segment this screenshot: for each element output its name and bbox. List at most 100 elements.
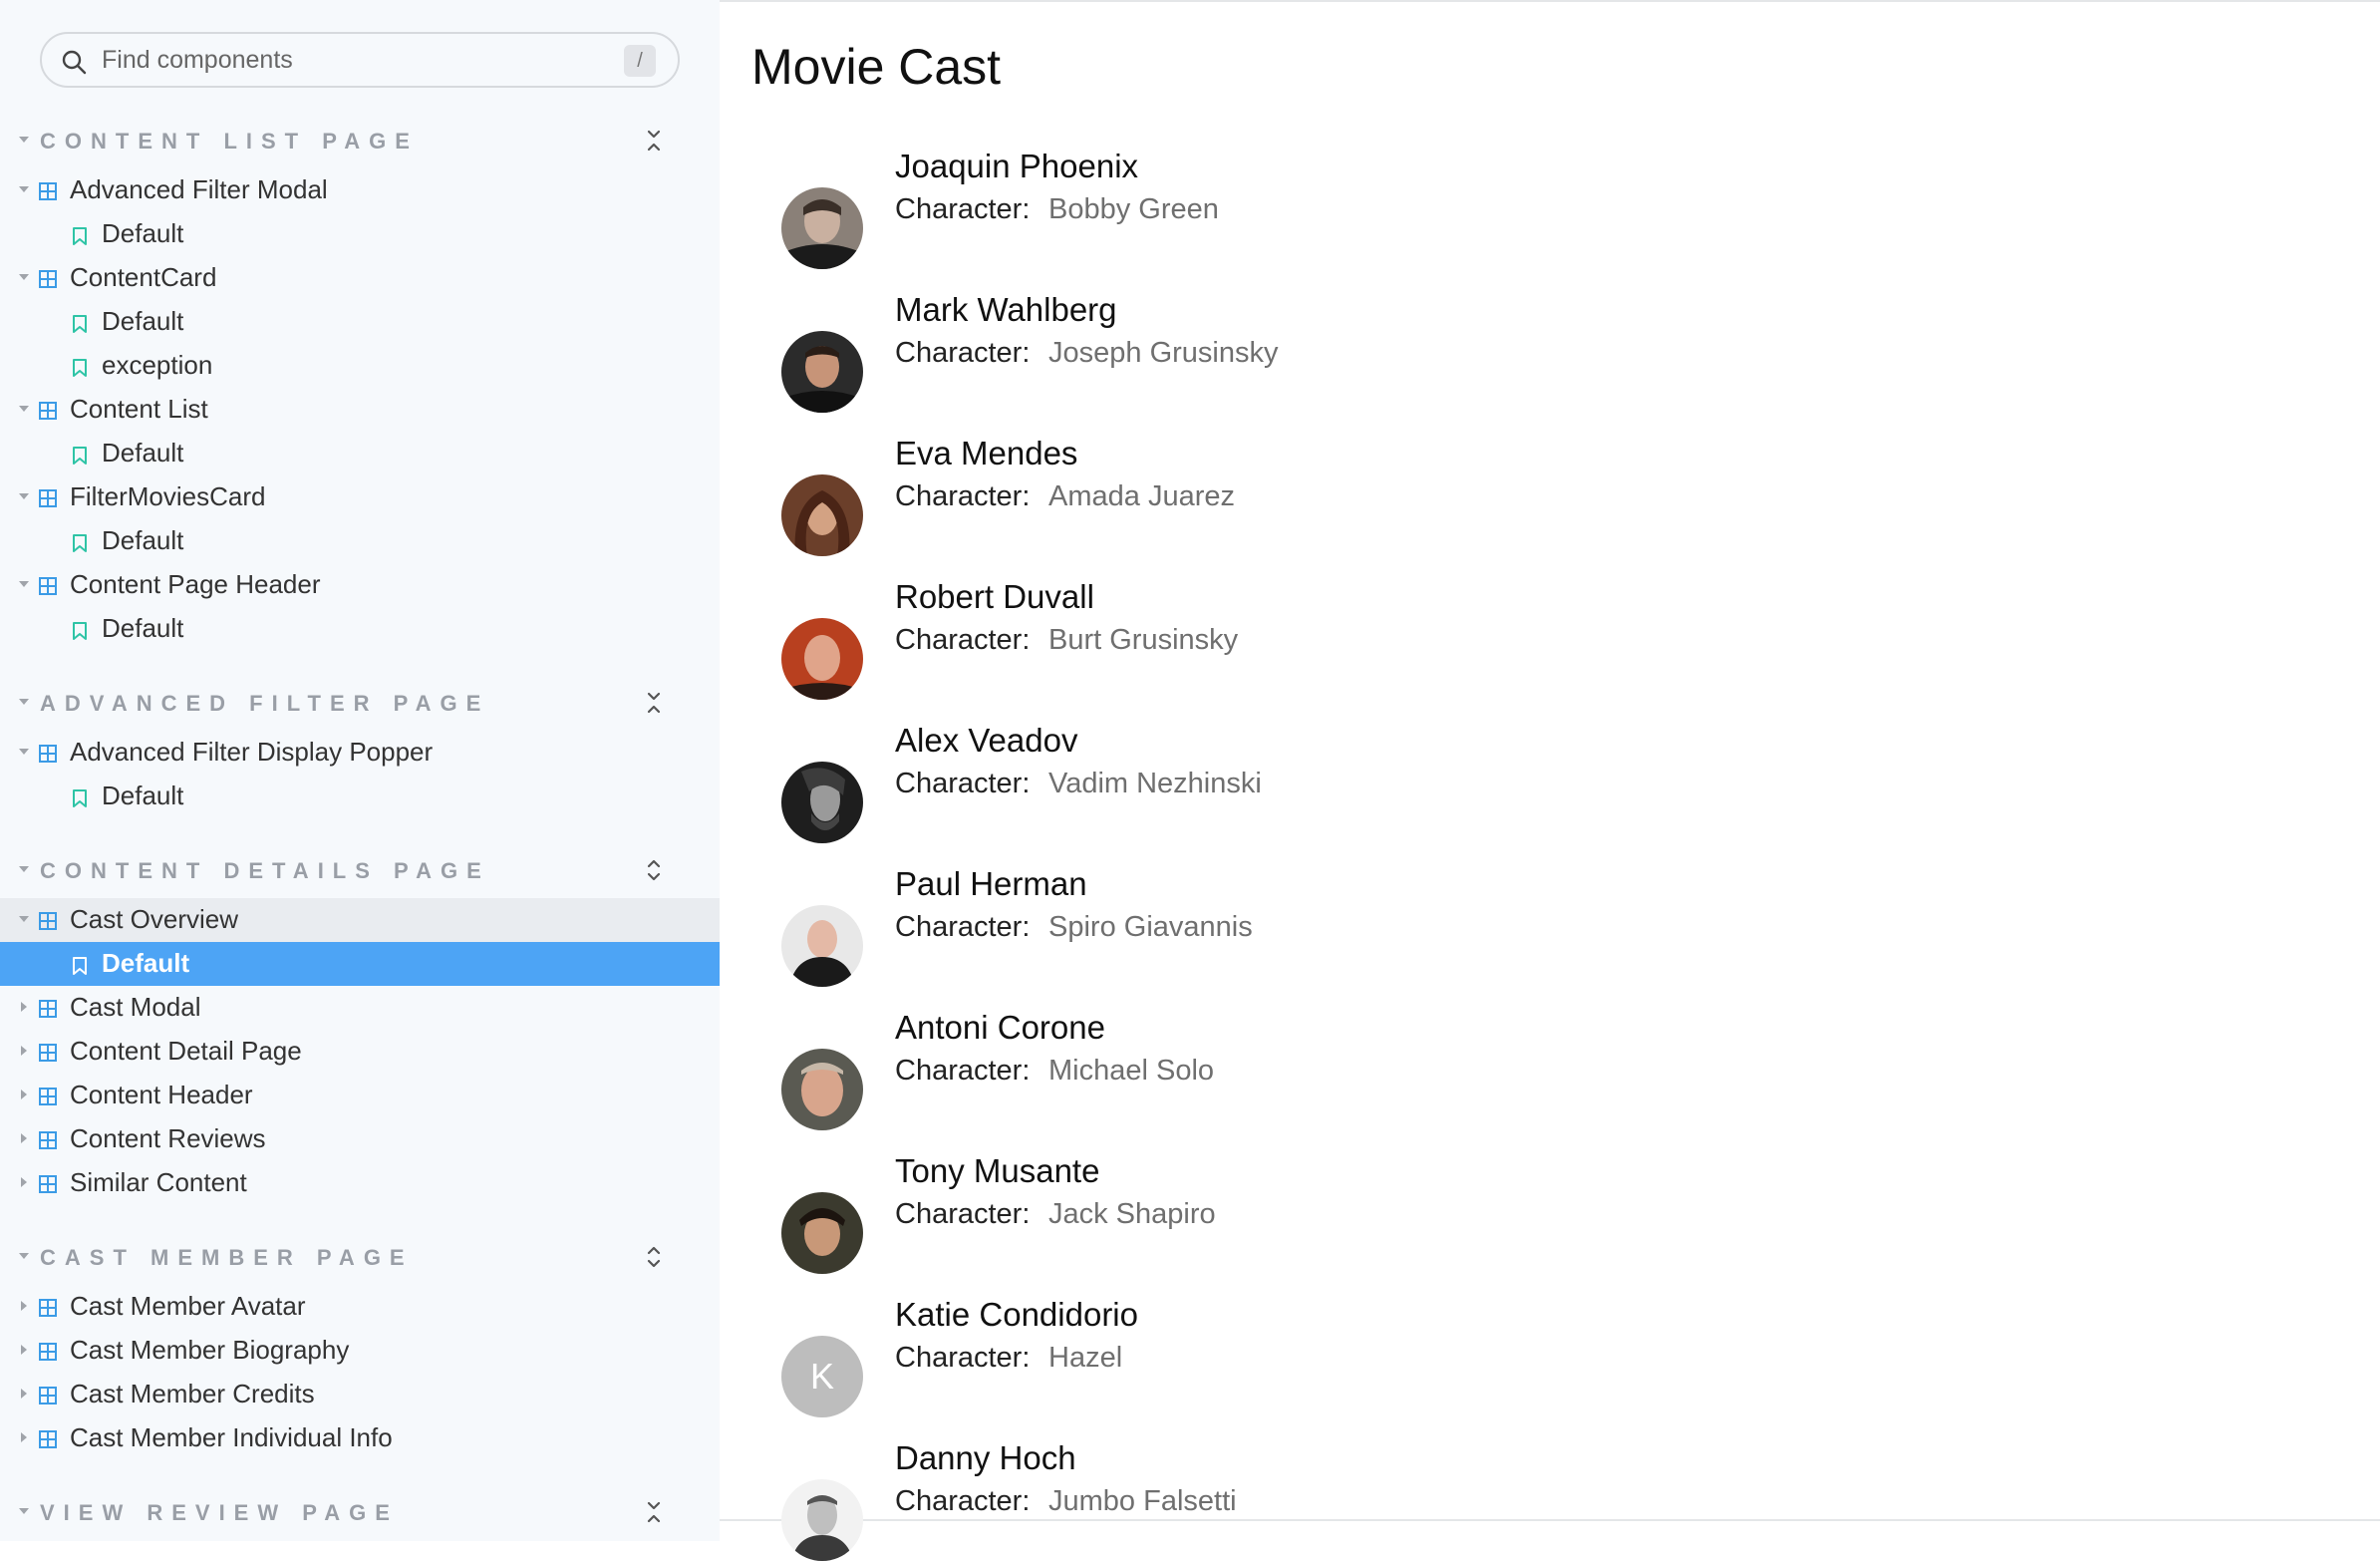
cast-member[interactable]: Mark Wahlberg Character: Joseph Grusinsk…	[781, 291, 1678, 413]
cast-member[interactable]: Danny Hoch Character: Jumbo Falsetti	[781, 1439, 1678, 1561]
sidebar-item-label: Cast Member Avatar	[70, 1291, 306, 1321]
sidebar-story-default[interactable]: Default	[0, 775, 720, 818]
avatar	[781, 331, 863, 413]
actor-name: Alex Veadov	[895, 722, 1078, 759]
component-icon	[39, 270, 57, 288]
caret-right-icon	[21, 1432, 27, 1442]
sidebar-item-advanced-filter-display-popper[interactable]: Advanced Filter Display Popper	[0, 731, 720, 775]
caret-down-icon	[19, 137, 29, 143]
sidebar-item-content-list[interactable]: Content List	[0, 388, 720, 432]
section-cast-member-page[interactable]: CAST MEMBER PAGE	[0, 1235, 720, 1279]
sidebar: / CONTENT LIST PAGE Advanced Filter Moda…	[0, 0, 720, 1541]
caret-down-icon	[19, 866, 29, 872]
caret-down-icon	[19, 581, 29, 587]
avatar	[781, 762, 863, 843]
cast-member[interactable]: Joaquin Phoenix Character: Bobby Green	[781, 148, 1678, 269]
avatar	[781, 618, 863, 700]
search-box[interactable]: /	[40, 32, 680, 88]
cast-member[interactable]: Paul Herman Character: Spiro Giavannis	[781, 865, 1678, 987]
collapse-all-icon[interactable]	[642, 689, 666, 717]
sidebar-item-contentcard[interactable]: ContentCard	[0, 256, 720, 300]
component-icon	[39, 1088, 57, 1105]
cast-member[interactable]: Robert Duvall Character: Burt Grusinsky	[781, 578, 1678, 700]
caret-down-icon	[19, 406, 29, 412]
cast-member[interactable]: Tony Musante Character: Jack Shapiro	[781, 1152, 1678, 1274]
sidebar-item-cast-member-biography[interactable]: Cast Member Biography	[0, 1329, 720, 1373]
sidebar-item-content-header[interactable]: Content Header	[0, 1074, 720, 1117]
sidebar-item-cast-member-avatar[interactable]: Cast Member Avatar	[0, 1285, 720, 1329]
avatar	[781, 1049, 863, 1130]
actor-name: Paul Herman	[895, 865, 1087, 902]
cast-member[interactable]: K Katie Condidorio Character: Hazel	[781, 1296, 1678, 1417]
sidebar-story-default[interactable]: Default	[0, 519, 720, 563]
character-name: Hazel	[1048, 1342, 1123, 1374]
character-label: Character:	[895, 911, 1031, 943]
cast-member[interactable]: Alex Veadov Character: Vadim Nezhinski	[781, 722, 1678, 843]
caret-down-icon	[19, 1253, 29, 1259]
section-content-list-page[interactable]: CONTENT LIST PAGE	[0, 119, 720, 162]
page-title: Movie Cast	[751, 39, 1002, 95]
section-title: CONTENT DETAILS PAGE	[40, 858, 490, 883]
component-icon	[39, 1387, 57, 1405]
section-content-details-page[interactable]: CONTENT DETAILS PAGE	[0, 848, 720, 892]
component-icon	[39, 577, 57, 595]
caret-down-icon	[19, 916, 29, 922]
caret-right-icon	[21, 1090, 27, 1099]
search-shortcut-key: /	[624, 45, 656, 77]
character-label: Character:	[895, 624, 1031, 656]
sidebar-item-cast-modal[interactable]: Cast Modal	[0, 986, 720, 1030]
character-label: Character:	[895, 1198, 1031, 1230]
character-label: Character:	[895, 1342, 1031, 1374]
sidebar-story-label: Default	[102, 613, 184, 643]
sidebar-story-default[interactable]: Default	[0, 300, 720, 344]
bookmark-icon	[73, 534, 87, 552]
expand-all-icon[interactable]	[642, 856, 666, 884]
section-title: ADVANCED FILTER PAGE	[40, 691, 490, 716]
sidebar-story-default[interactable]: Default	[0, 607, 720, 651]
collapse-all-icon[interactable]	[642, 127, 666, 155]
sidebar-story-label: Default	[102, 948, 190, 978]
sidebar-story-default[interactable]: Default	[0, 212, 720, 256]
sidebar-item-content-detail-page[interactable]: Content Detail Page	[0, 1030, 720, 1074]
component-icon	[39, 1343, 57, 1361]
sidebar-item-cast-overview[interactable]: Cast Overview	[0, 898, 720, 942]
sidebar-item-advanced-filter-modal[interactable]: Advanced Filter Modal	[0, 168, 720, 212]
caret-right-icon	[21, 1133, 27, 1143]
character-name: Vadim Nezhinski	[1048, 768, 1262, 799]
expand-all-icon[interactable]	[642, 1243, 666, 1271]
section-title: CONTENT LIST PAGE	[40, 129, 419, 154]
section-advanced-filter-page[interactable]: ADVANCED FILTER PAGE	[0, 681, 720, 725]
sidebar-item-label: Content Detail Page	[70, 1036, 302, 1066]
search-input[interactable]	[100, 40, 618, 80]
sidebar-item-label: Content List	[70, 394, 208, 424]
cast-member[interactable]: Eva Mendes Character: Amada Juarez	[781, 435, 1678, 556]
sidebar-item-similar-content[interactable]: Similar Content	[0, 1161, 720, 1205]
sidebar-story-exception[interactable]: exception	[0, 344, 720, 388]
sidebar-item-filtermoviescard[interactable]: FilterMoviesCard	[0, 475, 720, 519]
sidebar-item-cast-member-credits[interactable]: Cast Member Credits	[0, 1373, 720, 1416]
bookmark-icon	[73, 315, 87, 333]
sidebar-item-content-reviews[interactable]: Content Reviews	[0, 1117, 720, 1161]
component-icon	[39, 489, 57, 507]
sidebar-item-cast-member-individual-info[interactable]: Cast Member Individual Info	[0, 1416, 720, 1460]
character-label: Character:	[895, 480, 1031, 512]
cast-member[interactable]: Antoni Corone Character: Michael Solo	[781, 1009, 1678, 1130]
sidebar-story-default-selected[interactable]: Default	[0, 942, 720, 986]
sidebar-item-label: Cast Modal	[70, 992, 201, 1022]
sidebar-story-default[interactable]: Default	[0, 432, 720, 475]
character-label: Character:	[895, 1055, 1031, 1087]
caret-down-icon	[19, 749, 29, 755]
collapse-all-icon[interactable]	[642, 1498, 666, 1526]
actor-name: Katie Condidorio	[895, 1296, 1138, 1333]
sidebar-item-label: Advanced Filter Modal	[70, 174, 328, 204]
component-icon	[39, 1430, 57, 1448]
sidebar-item-label: Content Page Header	[70, 569, 321, 599]
bookmark-icon	[73, 789, 87, 807]
avatar	[781, 187, 863, 269]
actor-name: Antoni Corone	[895, 1009, 1105, 1046]
caret-right-icon	[21, 1389, 27, 1399]
sidebar-item-content-page-header[interactable]: Content Page Header	[0, 563, 720, 607]
component-icon	[39, 1299, 57, 1317]
section-view-review-page[interactable]: VIEW REVIEW PAGE	[0, 1490, 720, 1534]
caret-right-icon	[21, 1177, 27, 1187]
